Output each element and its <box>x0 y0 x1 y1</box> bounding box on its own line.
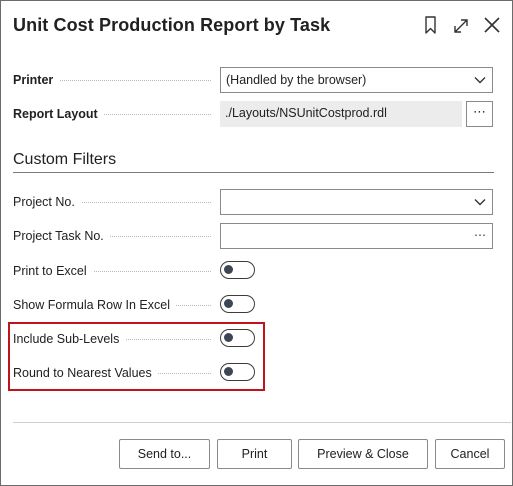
expand-icon[interactable] <box>451 14 471 36</box>
preview-close-button[interactable]: Preview & Close <box>298 439 428 469</box>
report-layout-field[interactable]: ./Layouts/NSUnitCostprod.rdl <box>220 101 462 127</box>
chevron-down-icon <box>474 77 486 84</box>
show-formula-row-toggle[interactable] <box>220 295 255 313</box>
printer-row: Printer (Handled by the browser) <box>13 67 493 93</box>
project-no-row: Project No. <box>13 189 493 215</box>
chevron-down-icon <box>474 199 486 206</box>
section-divider <box>13 172 494 173</box>
toggle-knob <box>224 299 233 308</box>
report-layout-row: Report Layout ./Layouts/NSUnitCostprod.r… <box>13 101 493 127</box>
printer-select[interactable]: (Handled by the browser) <box>220 67 493 93</box>
send-to-button[interactable]: Send to... <box>119 439 210 469</box>
project-no-select[interactable] <box>220 189 493 215</box>
project-task-no-label: Project Task No. <box>13 223 110 249</box>
bookmark-icon[interactable] <box>421 14 441 36</box>
print-to-excel-toggle[interactable] <box>220 261 255 279</box>
project-no-label: Project No. <box>13 189 81 215</box>
dialog-title: Unit Cost Production Report by Task <box>13 15 331 35</box>
close-icon[interactable] <box>482 14 502 36</box>
toggle-knob <box>224 265 233 274</box>
printer-label: Printer <box>13 67 60 93</box>
report-layout-assist-button[interactable]: ⋯ <box>466 101 493 127</box>
project-task-no-input[interactable]: ⋯ <box>220 223 493 249</box>
report-layout-value: ./Layouts/NSUnitCostprod.rdl <box>225 106 387 120</box>
report-layout-label: Report Layout <box>13 101 104 127</box>
round-to-nearest-label: Round to Nearest Values <box>13 360 158 386</box>
show-formula-row-row: Show Formula Row In Excel <box>13 292 493 318</box>
project-task-no-assist-button[interactable]: ⋯ <box>474 224 486 246</box>
print-to-excel-row: Print to Excel <box>13 258 493 284</box>
custom-filters-heading: Custom Filters <box>13 151 117 168</box>
footer-divider <box>13 422 511 423</box>
cancel-button[interactable]: Cancel <box>435 439 505 469</box>
print-to-excel-label: Print to Excel <box>13 258 93 284</box>
project-task-no-row: Project Task No. ⋯ <box>13 223 493 249</box>
show-formula-row-label: Show Formula Row In Excel <box>13 292 177 318</box>
printer-value: (Handled by the browser) <box>226 73 367 87</box>
print-button[interactable]: Print <box>217 439 292 469</box>
include-sub-levels-label: Include Sub-Levels <box>13 326 126 352</box>
